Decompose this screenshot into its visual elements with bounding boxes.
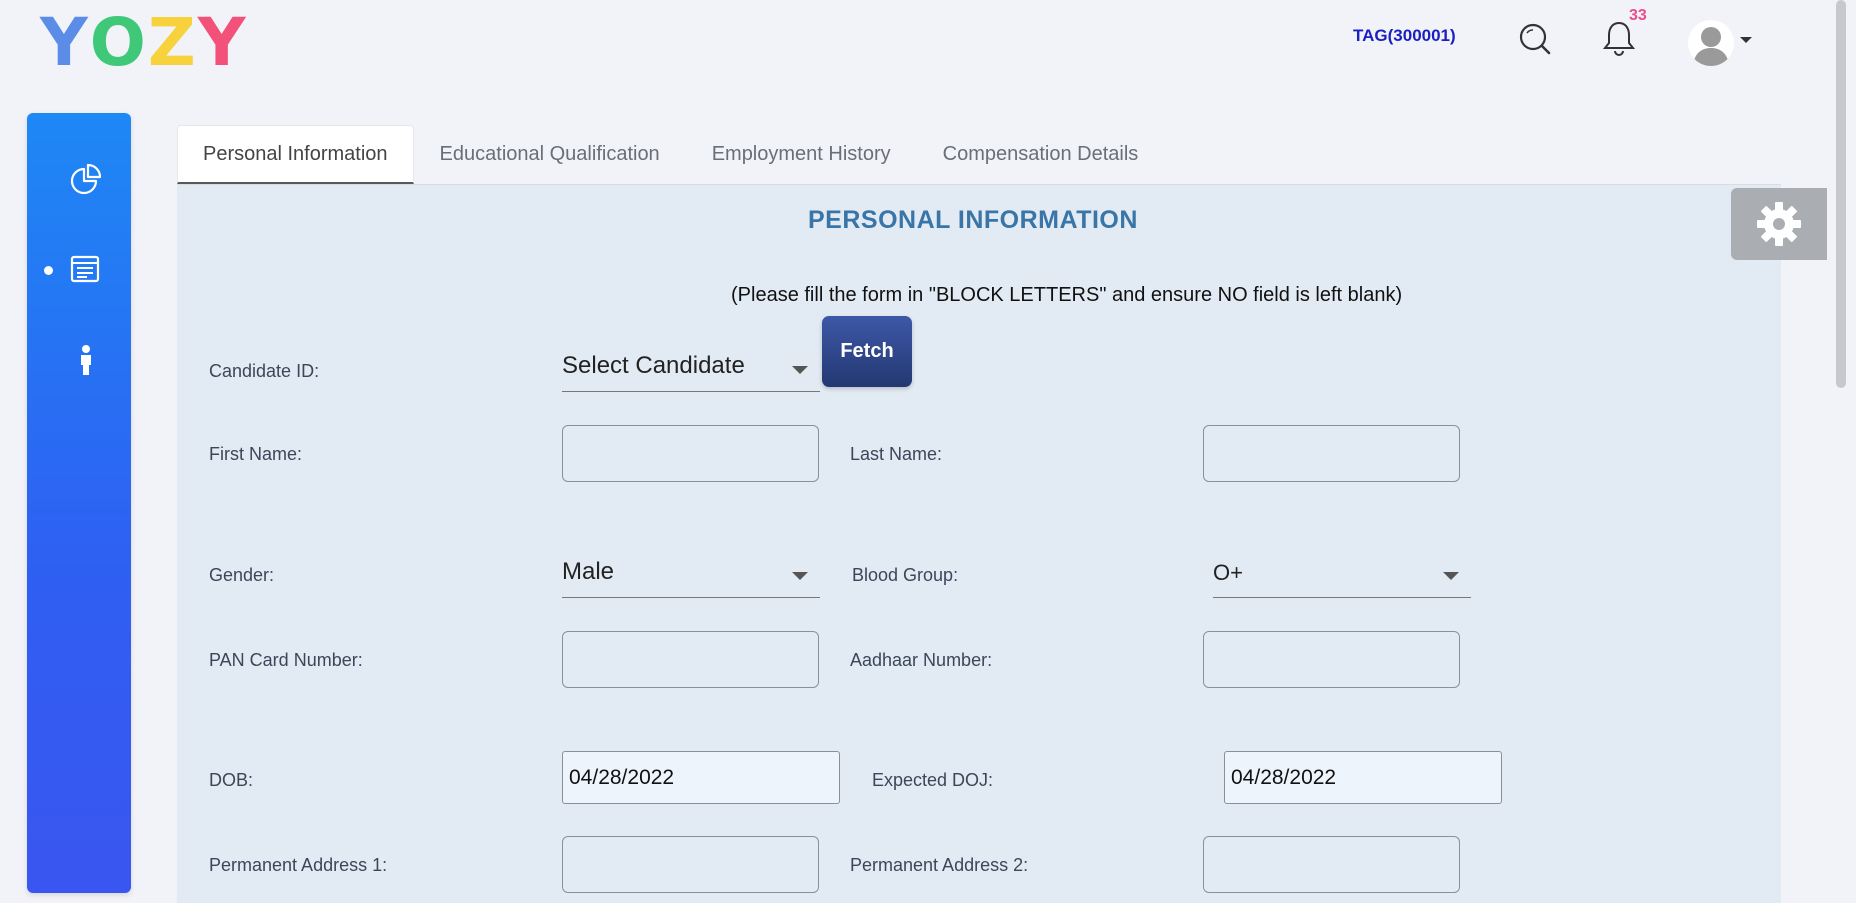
tag-id-label[interactable]: TAG(300001)	[1353, 26, 1456, 46]
user-menu-chevron-down-icon[interactable]	[1740, 37, 1752, 43]
first-name-field[interactable]	[562, 425, 819, 482]
permanent-address-1-field[interactable]	[562, 836, 819, 893]
expected-doj-label: Expected DOJ:	[872, 770, 994, 790]
pan-card-field[interactable]	[562, 631, 819, 688]
permanent-address-2-field[interactable]	[1203, 836, 1460, 893]
notification-count-badge[interactable]: 33	[1629, 7, 1647, 25]
sidebar	[27, 113, 131, 893]
tab-educational-qualification[interactable]: Educational Qualification	[414, 125, 686, 184]
active-indicator-dot	[44, 266, 53, 275]
blood-group-select-value: O+	[1213, 560, 1243, 585]
yozy-logo[interactable]: YOZY	[40, 8, 248, 78]
first-name-label: First Name:	[209, 444, 303, 464]
aadhaar-field[interactable]	[1203, 631, 1460, 688]
candidate-id-label: Candidate ID:	[209, 361, 320, 381]
user-avatar[interactable]	[1688, 20, 1734, 66]
chevron-down-icon	[792, 572, 808, 580]
blood-group-label: Blood Group:	[852, 565, 959, 585]
candidate-select[interactable]: Select Candidate	[562, 346, 820, 392]
search-icon[interactable]	[1518, 22, 1552, 61]
last-name-field[interactable]	[1203, 425, 1460, 482]
person-icon[interactable]	[78, 344, 94, 381]
last-name-label: Last Name:	[850, 444, 943, 464]
page-scrollbar-thumb[interactable]	[1836, 0, 1846, 388]
expected-doj-date-field[interactable]: 04/28/2022	[1224, 751, 1502, 804]
pan-card-label: PAN Card Number:	[209, 650, 363, 670]
dob-label: DOB:	[209, 770, 254, 790]
form-instruction-note: (Please fill the form in "BLOCK LETTERS"…	[731, 284, 1403, 306]
form-list-icon[interactable]	[70, 254, 100, 289]
gender-label: Gender:	[209, 565, 275, 585]
tab-compensation-details[interactable]: Compensation Details	[917, 125, 1165, 184]
chevron-down-icon	[1443, 572, 1459, 580]
dob-date-field[interactable]: 04/28/2022	[562, 751, 840, 804]
fetch-button[interactable]: Fetch	[822, 316, 912, 387]
candidate-select-value: Select Candidate	[562, 352, 745, 379]
gender-select-value: Male	[562, 558, 615, 585]
logo-letter-2: O	[89, 4, 148, 81]
tab-employment-history[interactable]: Employment History	[686, 125, 917, 184]
blood-group-select[interactable]: O+	[1213, 552, 1471, 598]
logo-letter-4: Y	[197, 4, 248, 81]
logo-letter-3: Z	[147, 4, 198, 81]
pie-chart-icon[interactable]	[70, 163, 102, 200]
logo-letter-1: Y	[40, 4, 90, 81]
tab-personal-information[interactable]: Personal Information	[177, 125, 414, 184]
chevron-down-icon	[792, 366, 808, 374]
bell-icon[interactable]	[1602, 20, 1636, 61]
page-title: PERSONAL INFORMATION	[808, 206, 1138, 234]
settings-button[interactable]	[1731, 188, 1827, 260]
gender-select[interactable]: Male	[562, 552, 820, 598]
permanent-address-2-label: Permanent Address 2:	[850, 855, 1029, 875]
permanent-address-1-label: Permanent Address 1:	[209, 855, 388, 875]
gear-icon	[1757, 202, 1801, 246]
form-tabs: Personal Information Educational Qualifi…	[177, 125, 1164, 185]
aadhaar-label: Aadhaar Number:	[850, 650, 993, 670]
